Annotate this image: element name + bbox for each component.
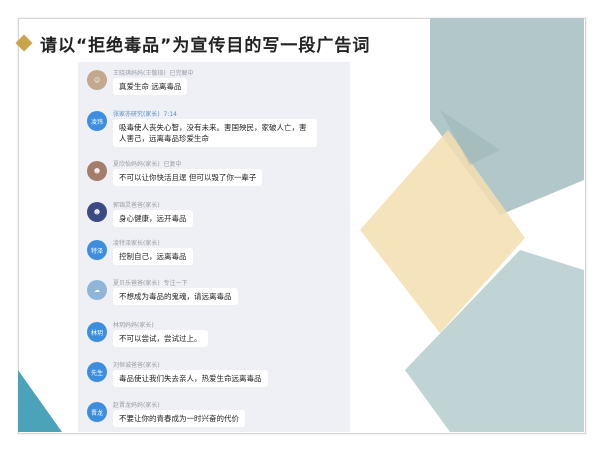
message-bubble: 不要让你的青春成为一时兴奋的代价 — [113, 410, 245, 427]
chat-panel[interactable]: ☺ 王晓琪妈妈(王敬琦) 已完解中 真爱生命 远离毒品 凌玮 张家亦研究(家长)… — [78, 62, 350, 432]
sender-name: 凌特泽家长(家长) — [113, 240, 160, 247]
message-bubble: 控制自己，远离毒品 — [113, 248, 193, 265]
message-bubble: 不想成为毒品的鬼魂，请远离毒品 — [113, 288, 238, 305]
page-title: 请以“拒绝毒品”为宣传目的写一段广告词 — [40, 35, 371, 56]
sender-name: 夏欣怡妈妈(家长) 已复中 — [113, 161, 182, 168]
message-bubble: 不可以尝试，尝试过上。 — [113, 330, 208, 347]
sender-name: 夏贝乐爸爸(家长) 专注一下 — [113, 280, 188, 287]
message-bubble: 吸毒使人丧失心智，没有未来。害国殃民，家破人亡，害人害己，远离毒品珍爱生命 — [113, 119, 317, 147]
avatar-text[interactable]: 林玥 — [87, 322, 107, 342]
message-bubble: 身心健康，远开毒品 — [113, 210, 193, 227]
sender-name: 刘恒诚爸爸(家长) — [113, 362, 160, 369]
child-photo-icon[interactable]: ☁ — [87, 280, 107, 300]
sender-name: 郭锦灵爸爸(家长) — [113, 202, 160, 209]
sender-name: 林玥妈妈(家长) — [113, 322, 154, 329]
title-row: 请以“拒绝毒品”为宣传目的写一段广告词 — [15, 30, 371, 56]
child-photo-icon[interactable]: ☻ — [87, 202, 107, 222]
avatar-text[interactable]: 晋龙 — [87, 402, 107, 422]
sender-name: 赵晋龙妈妈(家长) — [113, 402, 160, 409]
message-bubble: 毒品使让我们失去亲人，热爱生命远离毒品 — [113, 370, 268, 387]
child-photo-icon[interactable]: ☻ — [87, 161, 107, 181]
avatar-text[interactable]: 凌玮 — [87, 111, 107, 131]
teal-triangle-bottom-left — [18, 370, 62, 432]
avatar-text[interactable]: 特泽 — [87, 240, 107, 260]
message-bubble: 不可以让你快活且逞 但可以毁了你一辈子 — [113, 169, 263, 186]
avatar-text[interactable]: 先生 — [87, 362, 107, 382]
child-photo-icon[interactable]: ☺ — [87, 70, 107, 90]
diamond-icon — [15, 34, 33, 52]
sender-name: 王晓琪妈妈(王敬琦) 已完解中 — [113, 70, 194, 77]
message-bubble: 真爱生命 远离毒品 — [113, 78, 188, 95]
sender-name: 张家亦研究(家长) 7:14 — [113, 111, 177, 118]
